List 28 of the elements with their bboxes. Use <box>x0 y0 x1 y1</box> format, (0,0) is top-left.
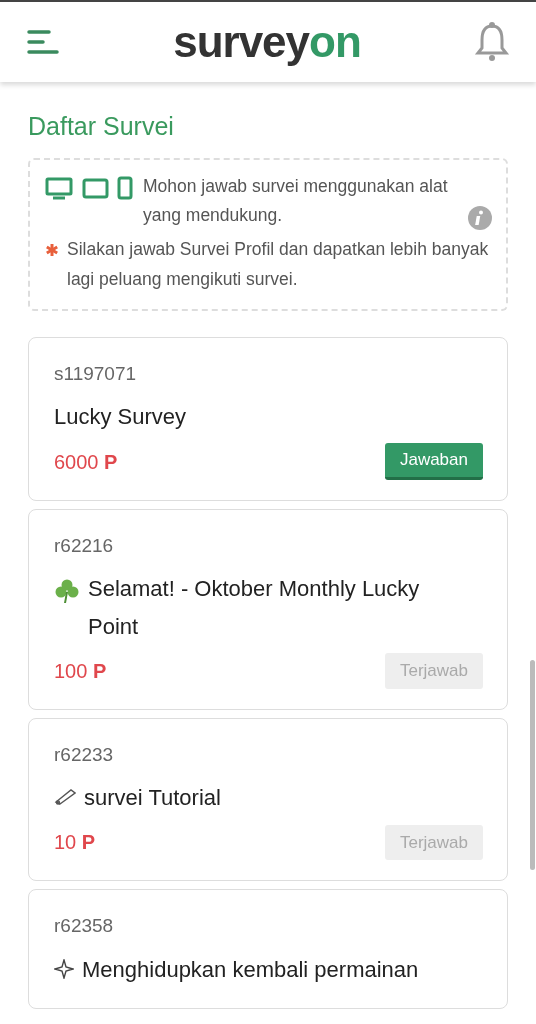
menu-icon[interactable] <box>26 28 60 56</box>
survey-card[interactable]: s1197071 Lucky Survey 6000 P Jawaban <box>28 336 508 501</box>
points-value: 100 P <box>54 658 107 684</box>
survey-id: r62216 <box>54 533 115 558</box>
survey-id: r62358 <box>54 914 115 939</box>
survey-title: survei Tutorial <box>84 784 221 813</box>
page-title: Daftar Survei <box>28 111 175 142</box>
survey-id: s1197071 <box>54 361 138 386</box>
points-value: 10 P <box>54 830 96 856</box>
pencil-icon <box>54 787 76 806</box>
survey-card[interactable]: r62233 survei Tutorial 10 P Terjawab <box>28 717 508 882</box>
notice-text: Silakan jawab Survei Profil dan dapatkan lebih banyak lagi peluang mengikuti survei. <box>67 238 490 291</box>
clover-icon <box>54 578 80 605</box>
survey-card[interactable]: r62358 Menghidupkan kembali permainan <box>28 889 508 1009</box>
survey-title: Menghidupkan kembali permainan <box>82 955 419 984</box>
logo[interactable]: surveyon <box>173 20 361 64</box>
notice-text: Mohon jawab survei menggunakan alat yang mendukung. <box>143 174 449 228</box>
survey-id: r62233 <box>54 742 115 767</box>
sparkle-icon <box>54 958 74 979</box>
info-icon[interactable] <box>468 205 492 230</box>
survey-title: Lucky Survey <box>54 403 187 431</box>
bell-icon[interactable] <box>474 22 510 62</box>
survey-card[interactable]: r62216 Selamat! - Oktober Monthly Lucky Point 100 P Terjawab <box>28 508 508 710</box>
asterisk-icon <box>45 243 59 257</box>
points-value: 6000 P <box>54 449 118 475</box>
survey-title: Selamat! - Oktober Monthly Lucky Point <box>88 575 421 641</box>
answer-button[interactable]: Jawaban <box>384 443 483 480</box>
scrollbar[interactable] <box>530 660 535 870</box>
